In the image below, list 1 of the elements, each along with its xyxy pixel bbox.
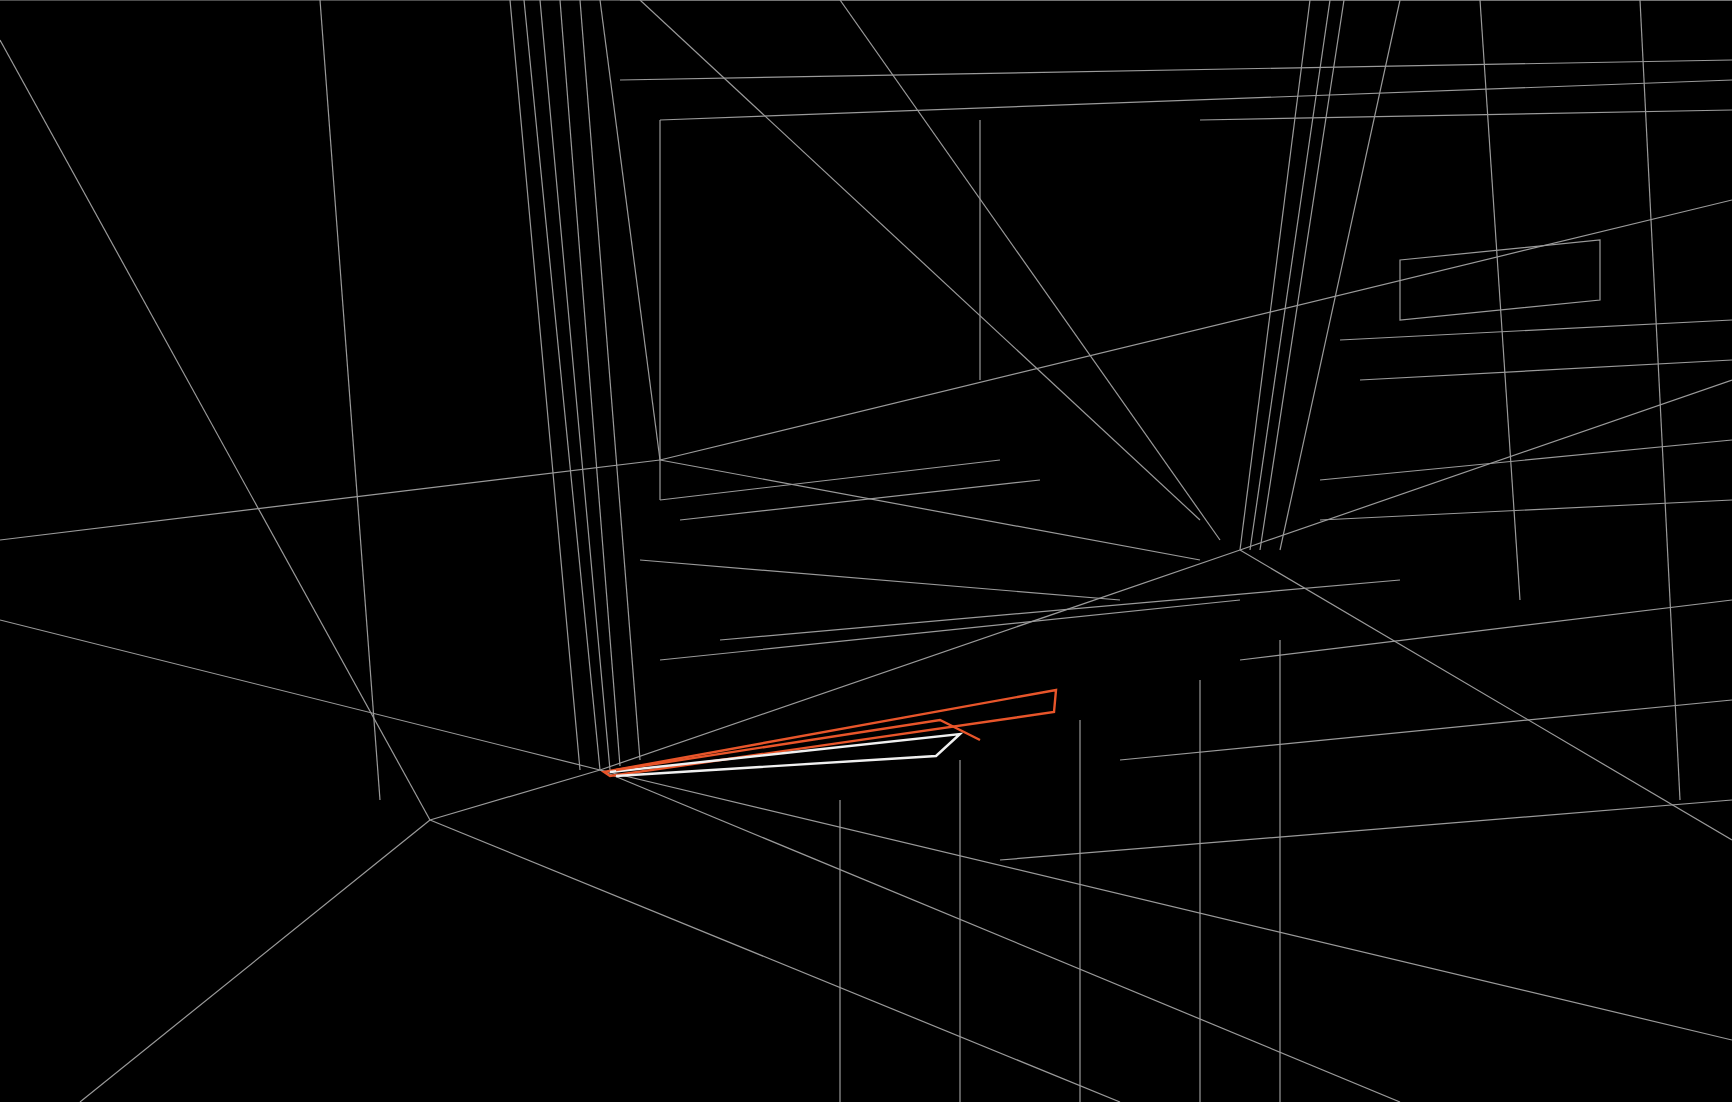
selected-brush-drawing[interactable] (600, 688, 1058, 778)
